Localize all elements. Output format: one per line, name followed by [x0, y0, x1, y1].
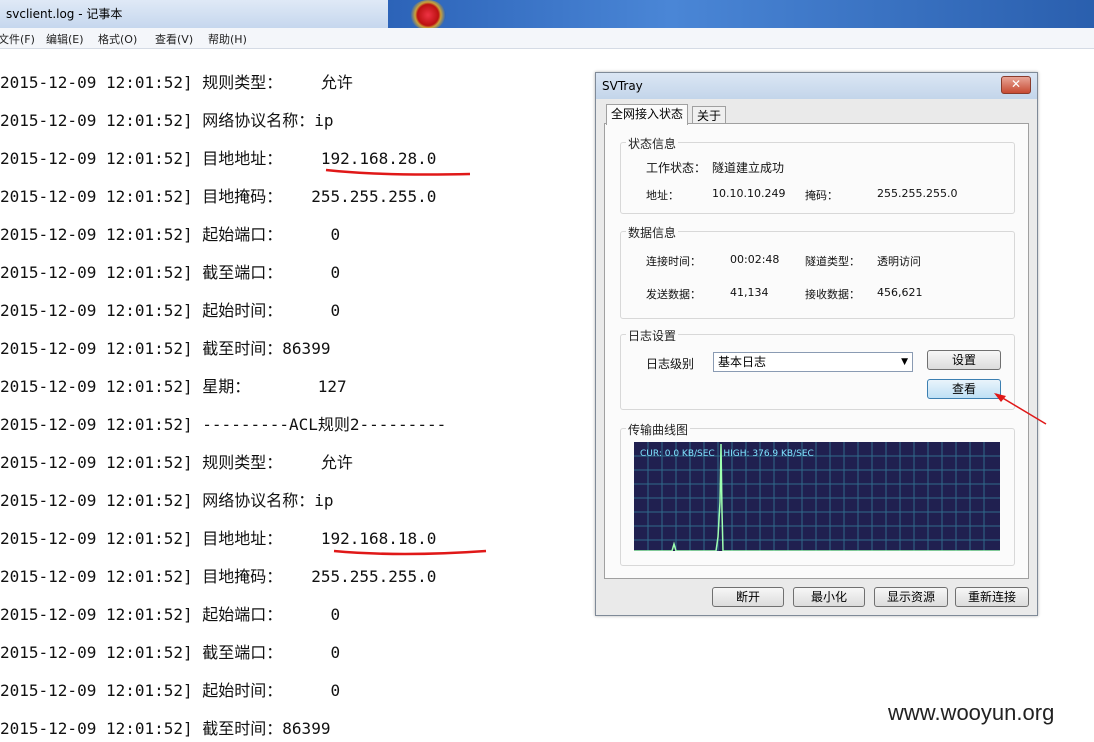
minimize-button[interactable]: 最小化: [793, 587, 865, 607]
log-level-select[interactable]: 基本日志 ▼: [713, 352, 913, 372]
log-group-label: 日志设置: [626, 327, 679, 344]
log-line: 2015-12-09 12:01:52] 网络协议名称：ip: [0, 491, 334, 510]
log-line: 2015-12-09 12:01:52] 截至端口： 0: [0, 263, 341, 282]
log-line: 2015-12-09 12:01:52] 起始端口： 0: [0, 605, 341, 624]
status-group: [620, 142, 1015, 214]
address-label: 地址：: [646, 189, 679, 202]
log-settings-button[interactable]: 设置: [927, 350, 1001, 370]
dialog-title-bar: SVTray ✕: [596, 73, 1037, 99]
log-level-value: 基本日志: [718, 355, 767, 369]
log-line: 2015-12-09 12:01:52] 星期： 127: [0, 377, 347, 396]
log-line: 2015-12-09 12:01:52] 截至时间：86399: [0, 719, 331, 738]
conn-time-value: 00:02:48: [730, 253, 780, 266]
red-arrow-mark: [994, 393, 1047, 425]
log-line: 2015-12-09 12:01:52] 起始时间： 0: [0, 301, 341, 320]
dialog-title: SVTray: [602, 79, 643, 93]
tab-network-status[interactable]: 全网接入状态: [606, 104, 689, 125]
log-line: 2015-12-09 12:01:52] 目地掩码： 255.255.255.0: [0, 187, 437, 206]
close-button[interactable]: ✕: [1001, 76, 1031, 94]
menu-file[interactable]: 文件(F): [0, 31, 35, 47]
notepad-menubar: 文件(F) 编辑(E) 格式(O) 查看(V) 帮助(H): [0, 28, 1094, 49]
tunnel-type-label: 隧道类型：: [805, 255, 860, 268]
log-level-label: 日志级别: [646, 357, 695, 371]
svtray-dialog: SVTray ✕ 全网接入状态 关于 状态信息 工作状态： 隧道建立成功 地址：…: [595, 72, 1038, 616]
work-state-value: 隧道建立成功: [712, 161, 785, 175]
graph-group-label: 传输曲线图: [626, 421, 691, 438]
reconnect-button[interactable]: 重新连接: [955, 587, 1029, 607]
data-group-label: 数据信息: [626, 224, 679, 241]
watermark: www.wooyun.org: [888, 700, 1055, 725]
mask-value: 255.255.255.0: [877, 187, 958, 200]
disconnect-button[interactable]: 断开: [712, 587, 784, 607]
red-underline-mark: [325, 168, 471, 176]
log-line: 2015-12-09 12:01:52] 目地地址： 192.168.18.0: [0, 529, 437, 548]
mask-label: 掩码：: [805, 189, 838, 202]
background-banner: [388, 0, 1094, 28]
menu-format[interactable]: 格式(O): [98, 31, 137, 47]
menu-edit[interactable]: 编辑(E): [46, 31, 84, 47]
recv-label: 接收数据：: [805, 288, 860, 301]
status-group-label: 状态信息: [626, 135, 679, 152]
red-underline-mark: [333, 549, 487, 556]
log-line: 2015-12-09 12:01:52] 起始端口： 0: [0, 225, 341, 244]
chevron-down-icon: ▼: [901, 357, 908, 367]
notepad-text-area[interactable]: 2015-12-09 12:01:52] 规则类型： 允许 2015-12-09…: [0, 52, 600, 742]
graph-cur-text: CUR: 0.0 KB/SEC: [640, 449, 715, 459]
sent-label: 发送数据：: [646, 288, 701, 301]
recv-value: 456,621: [877, 286, 923, 299]
emblem-icon: [410, 0, 446, 30]
log-line: 2015-12-09 12:01:52] 截至端口： 0: [0, 643, 341, 662]
log-line: 2015-12-09 12:01:52] 起始时间： 0: [0, 681, 341, 700]
show-resources-button[interactable]: 显示资源: [874, 587, 948, 607]
log-line: 2015-12-09 12:01:52] 规则类型： 允许: [0, 73, 353, 92]
tunnel-type-value: 透明访问: [877, 255, 921, 268]
log-line: 2015-12-09 12:01:52] 目地掩码： 255.255.255.0: [0, 567, 437, 586]
notepad-title: svclient.log - 记事本: [6, 7, 123, 21]
data-group: [620, 231, 1015, 319]
graph-legend: CUR: 0.0 KB/SEC HIGH: 376.9 KB/SEC: [640, 449, 814, 459]
menu-view[interactable]: 查看(V): [155, 31, 193, 47]
conn-time-label: 连接时间：: [646, 255, 701, 268]
log-line: 2015-12-09 12:01:52] ---------ACL规则2----…: [0, 415, 447, 434]
address-value: 10.10.10.249: [712, 187, 786, 200]
menu-help[interactable]: 帮助(H): [208, 31, 247, 47]
log-line: 2015-12-09 12:01:52] 规则类型： 允许: [0, 453, 353, 472]
sent-value: 41,134: [730, 286, 769, 299]
graph-high-text: HIGH: 376.9 KB/SEC: [723, 449, 814, 459]
work-state-label: 工作状态：: [646, 161, 707, 175]
log-line: 2015-12-09 12:01:52] 网络协议名称：ip: [0, 111, 334, 130]
log-line: 2015-12-09 12:01:52] 截至时间：86399: [0, 339, 331, 358]
notepad-title-bar: svclient.log - 记事本: [0, 0, 1094, 30]
